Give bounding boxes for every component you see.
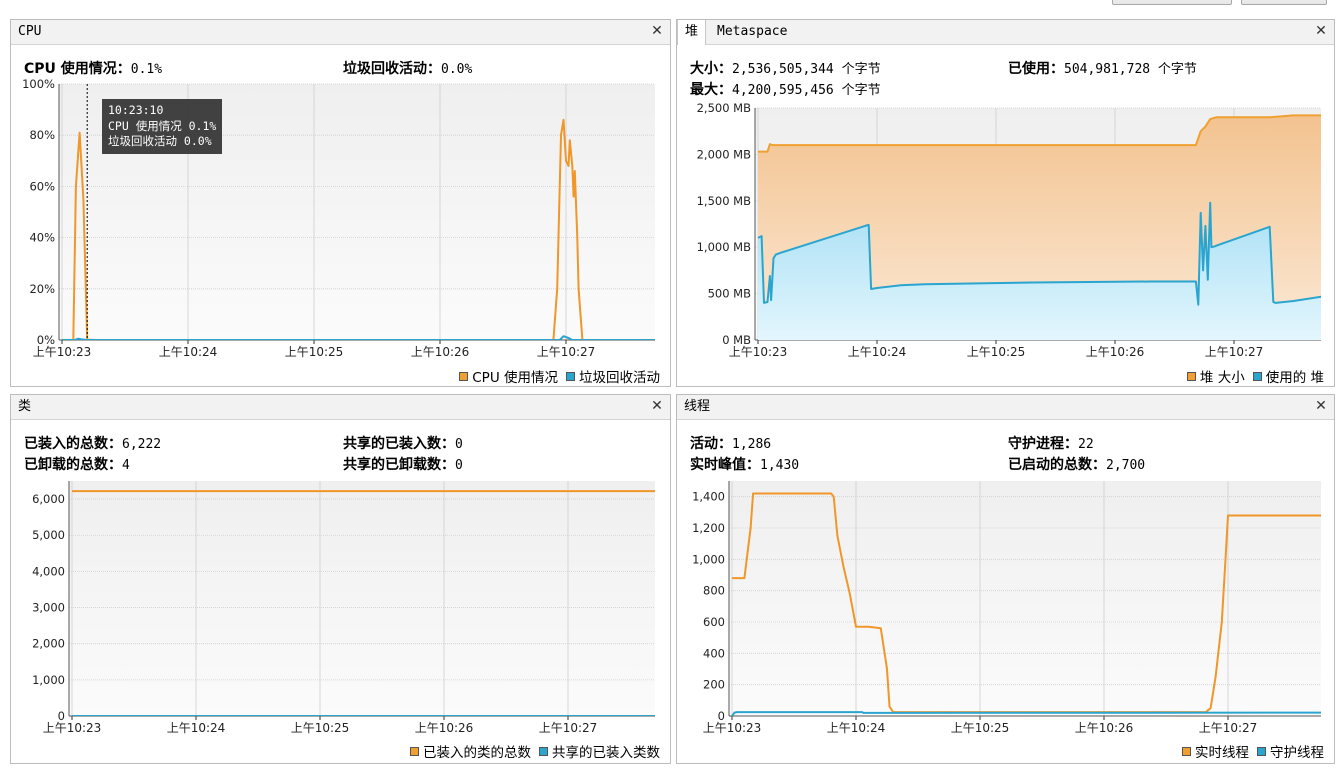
legend-swatch-orange <box>1186 371 1196 381</box>
x-tick-label: 上午10:24 <box>159 345 218 359</box>
legend-item-gc-activity[interactable]: 垃圾回收活动 <box>566 366 660 386</box>
tooltip-gc: 垃圾回收活动 0.0% <box>108 134 212 148</box>
threads-panel: 线程 ✕ 活动：1,286 守护进程：22 实时峰值：1,430 已启动的总数：… <box>676 394 1335 764</box>
x-tick-label: 上午10:24 <box>167 721 226 735</box>
threads-legend: 实时线程 守护线程 <box>1174 741 1324 761</box>
classes-panel: 类 ✕ 已装入的总数：6,222 共享的已装入数：0 已卸载的总数：4 共享的已… <box>10 394 671 764</box>
x-tick-label: 上午10:25 <box>967 345 1026 359</box>
series-group <box>757 114 1321 340</box>
toolbar-button-2[interactable] <box>1241 0 1327 5</box>
legend-label: 守护线程 <box>1270 745 1324 761</box>
y-tick-label: 1,000 <box>692 552 725 566</box>
y-tick-label: 1,400 <box>692 490 725 504</box>
y-tick-label: 40% <box>29 231 55 245</box>
y-tick-label: 2,000 <box>32 637 65 651</box>
heap-chart[interactable]: 0 MB500 MB1,000 MB1,500 MB2,000 MB2,500 … <box>677 20 1336 388</box>
legend-label: 使用的 堆 <box>1265 370 1324 386</box>
y-tick-label: 100% <box>22 77 55 91</box>
chart-tooltip: 10:23:10 CPU 使用情况 0.1% 垃圾回收活动 0.0% <box>102 99 223 154</box>
legend-item-used-heap[interactable]: 使用的 堆 <box>1252 366 1324 386</box>
heap-legend: 堆 大小 使用的 堆 <box>1179 366 1324 386</box>
legend-swatch-blue <box>539 746 548 756</box>
legend-item-heap-size[interactable]: 堆 大小 <box>1186 366 1245 386</box>
y-tick-label: 2,000 MB <box>697 147 751 161</box>
legend-swatch-blue <box>1257 746 1266 756</box>
cpu-panel: CPU ✕ CPU 使用情况：0.1% 垃圾回收活动：0.0% 0% 20% 40%… <box>10 19 671 387</box>
legend-label: 垃圾回收活动 <box>579 370 660 386</box>
x-tick-label: 上午10:25 <box>951 721 1010 735</box>
x-tick-label: 上午10:27 <box>1199 721 1258 735</box>
y-tick-label: 6,000 <box>32 492 65 506</box>
legend-item-shared-loaded-classes[interactable]: 共享的已装入类数 <box>539 741 660 761</box>
y-tick-label: 600 <box>703 615 725 629</box>
y-tick-label: 5,000 <box>32 528 65 542</box>
y-tick-label: 80% <box>29 128 55 142</box>
legend-label: CPU 使用情况 <box>472 370 558 386</box>
legend-label: 共享的已装入类数 <box>552 745 660 761</box>
legend-swatch-orange <box>459 371 469 381</box>
heap-panel: 堆 Metaspace ✕ 大小：2,536,505,344 个字节 已使用：5… <box>676 19 1335 387</box>
x-tick-label: 上午10:23 <box>43 721 102 735</box>
y-tick-label: 1,200 <box>692 521 725 535</box>
x-tick-label: 上午10:26 <box>1086 345 1145 359</box>
legend-swatch-blue <box>1252 371 1262 381</box>
x-tick-label: 上午10:23 <box>729 345 788 359</box>
x-tick-label: 上午10:27 <box>539 721 598 735</box>
x-tick-label: 上午10:23 <box>703 721 762 735</box>
x-tick-label: 上午10:27 <box>537 345 596 359</box>
y-tick-label: 2,500 MB <box>697 101 751 115</box>
legend-swatch-orange <box>1182 746 1191 756</box>
legend-swatch-blue <box>566 371 575 381</box>
y-tick-label: 1,000 MB <box>697 240 751 254</box>
cpu-chart[interactable]: 0%20%40%60%80%100%上午10:23 上午10:24 上午10:25 上… <box>11 20 672 388</box>
tooltip-cpu: CPU 使用情况 0.1% <box>108 118 217 133</box>
y-tick-label: 4,000 <box>32 564 65 578</box>
y-tick-label: 1,500 MB <box>697 194 751 208</box>
x-tick-label: 上午10:24 <box>848 345 907 359</box>
x-tick-label: 上午10:25 <box>285 345 344 359</box>
legend-item-loaded-classes[interactable]: 已装入的类的总数 <box>410 741 531 761</box>
y-tick-label: 200 <box>703 678 725 692</box>
legend-item-daemon-threads[interactable]: 守护线程 <box>1257 741 1324 761</box>
y-tick-label: 800 <box>703 584 725 598</box>
x-tick-label: 上午10:26 <box>415 721 474 735</box>
cpu-legend: CPU 使用情况 垃圾回收活动 <box>451 366 660 386</box>
x-tick-label: 上午10:23 <box>33 345 92 359</box>
legend-label: 已装入的类的总数 <box>423 745 531 761</box>
y-tick-label: 20% <box>29 282 55 296</box>
y-tick-label: 400 <box>703 646 725 660</box>
tooltip-time: 10:23:10 <box>108 103 164 117</box>
classes-chart[interactable]: 01,0002,0003,0004,0005,0006,000上午10:23 上午… <box>11 395 672 765</box>
plot-area <box>69 481 655 716</box>
legend-swatch-orange <box>410 746 419 756</box>
x-tick-label: 上午10:24 <box>827 721 886 735</box>
legend-item-live-threads[interactable]: 实时线程 <box>1182 741 1249 761</box>
x-tick-label: 上午10:27 <box>1205 345 1264 359</box>
y-tick-label: 1,000 <box>32 673 65 687</box>
legend-item-cpu-usage[interactable]: CPU 使用情况 <box>459 366 558 386</box>
x-tick-label: 上午10:26 <box>411 345 470 359</box>
y-tick-label: 60% <box>29 179 55 193</box>
legend-label: 实时线程 <box>1195 745 1249 761</box>
y-tick-label: 500 MB <box>708 287 752 301</box>
x-tick-label: 上午10:25 <box>291 721 350 735</box>
legend-label: 堆 大小 <box>1199 370 1245 386</box>
classes-legend: 已装入的类的总数 共享的已装入类数 <box>402 741 660 761</box>
x-tick-label: 上午10:26 <box>1075 721 1134 735</box>
threads-chart[interactable]: 02004006008001,0001,2001,400上午10:23 上午10:… <box>677 395 1336 765</box>
toolbar-button-1[interactable] <box>1112 0 1232 5</box>
y-tick-label: 3,000 <box>32 601 65 615</box>
